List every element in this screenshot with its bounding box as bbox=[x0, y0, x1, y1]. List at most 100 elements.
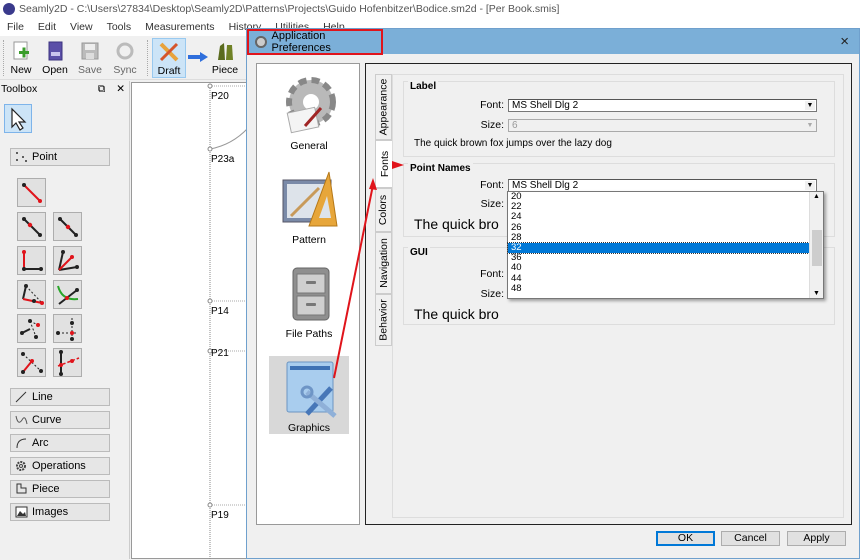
arc-group-button[interactable]: Arc bbox=[10, 434, 110, 452]
size-dropdown-list[interactable]: 20 22 24 26 28 32 36 40 44 48 ▲ ▼ bbox=[507, 191, 824, 299]
size-option[interactable]: 36 bbox=[508, 253, 823, 263]
fonts-tab-content: Label Font: MS Shell Dlg 2 ▼ Size: 6 ▼ T… bbox=[392, 74, 844, 518]
triangle-tool[interactable] bbox=[17, 280, 46, 309]
category-file-paths[interactable]: File Paths bbox=[269, 262, 349, 340]
image-icon bbox=[15, 506, 28, 518]
intersect-axis-tool[interactable] bbox=[53, 314, 82, 343]
point-label-p19[interactable]: P19 bbox=[211, 510, 229, 521]
open-button[interactable]: Open bbox=[38, 38, 72, 78]
shoulder-point-tool[interactable] bbox=[17, 246, 46, 275]
along-line-tool[interactable] bbox=[17, 212, 46, 241]
arc-group-label: Arc bbox=[32, 437, 49, 449]
piece-group-button[interactable]: Piece bbox=[10, 480, 110, 498]
open-label: Open bbox=[42, 64, 68, 76]
curve-icon bbox=[15, 414, 28, 426]
tab-navigation[interactable]: Navigation bbox=[375, 232, 392, 294]
gui-group-title: GUI bbox=[408, 247, 430, 258]
sync-label: Sync bbox=[113, 64, 137, 76]
sync-button[interactable]: Sync bbox=[108, 38, 142, 78]
height-tool[interactable] bbox=[17, 314, 46, 343]
scroll-up-icon[interactable]: ▲ bbox=[813, 193, 820, 200]
apply-button[interactable]: Apply bbox=[787, 531, 846, 546]
point-label-p20[interactable]: P20 bbox=[211, 91, 229, 102]
scroll-down-icon[interactable]: ▼ bbox=[813, 290, 820, 297]
tab-behavior[interactable]: Behavior bbox=[375, 294, 392, 346]
menu-view[interactable]: View bbox=[63, 21, 100, 33]
size-option[interactable]: 22 bbox=[508, 202, 823, 212]
label-font-select[interactable]: MS Shell Dlg 2 ▼ bbox=[508, 99, 817, 112]
size-option[interactable]: 26 bbox=[508, 222, 823, 233]
window-title: Seamly2D - C:\Users\27834\Desktop\Seamly… bbox=[19, 3, 560, 15]
menu-edit[interactable]: Edit bbox=[31, 21, 63, 33]
point-icon bbox=[15, 151, 28, 163]
dialog-title-bar[interactable]: Application Preferences × bbox=[247, 29, 859, 55]
menu-tools[interactable]: Tools bbox=[100, 21, 139, 33]
dialog-title: Application Preferences bbox=[271, 30, 331, 54]
curve-intersect-tool[interactable] bbox=[53, 280, 82, 309]
curve-group-button[interactable]: Curve bbox=[10, 411, 110, 429]
drawing-canvas[interactable]: P20 P23a P14 P21 P19 bbox=[131, 82, 250, 560]
save-icon bbox=[79, 40, 101, 62]
toolbar-grip[interactable] bbox=[147, 40, 150, 76]
line-icon bbox=[15, 391, 28, 403]
settings-panel: Appearance Fonts Colors Navigation Behav… bbox=[365, 63, 852, 525]
size-option[interactable]: 44 bbox=[508, 273, 823, 284]
close-icon[interactable]: ✕ bbox=[116, 83, 125, 95]
category-pattern-label: Pattern bbox=[292, 234, 326, 246]
point-group-button[interactable]: Point bbox=[10, 148, 110, 166]
ok-button[interactable]: OK bbox=[656, 531, 715, 546]
operations-group-label: Operations bbox=[32, 460, 86, 472]
pattern-ruler-icon bbox=[279, 168, 339, 230]
operations-group-button[interactable]: Operations bbox=[10, 457, 110, 475]
size-option[interactable]: 48 bbox=[508, 283, 823, 294]
label-font-group: Label Font: MS Shell Dlg 2 ▼ Size: 6 ▼ T… bbox=[403, 81, 835, 157]
images-group-button[interactable]: Images bbox=[10, 503, 110, 521]
menu-file[interactable]: File bbox=[0, 21, 31, 33]
category-general[interactable]: General bbox=[269, 74, 349, 152]
point-label-p23a[interactable]: P23a bbox=[211, 154, 234, 165]
label-size-select[interactable]: 6 ▼ bbox=[508, 119, 817, 132]
gui-font-sample: The quick bro bbox=[414, 306, 499, 322]
tab-appearance[interactable]: Appearance bbox=[375, 74, 392, 140]
cancel-button[interactable]: Cancel bbox=[721, 531, 780, 546]
bisector-tool[interactable] bbox=[53, 246, 82, 275]
size-option[interactable]: 40 bbox=[508, 263, 823, 273]
settings-gear-icon bbox=[255, 36, 267, 48]
label-group-title: Label bbox=[408, 81, 439, 92]
dialog-close-button[interactable]: × bbox=[840, 33, 849, 50]
size-option[interactable]: 20 bbox=[508, 191, 823, 202]
line-intersect-tool[interactable] bbox=[53, 348, 82, 377]
point-names-font-label: Font: bbox=[480, 179, 504, 191]
line-group-label: Line bbox=[32, 391, 53, 403]
label-font-label: Font: bbox=[480, 99, 504, 111]
preferences-dialog: Application Preferences × General Patter… bbox=[246, 28, 860, 559]
draft-mode-button[interactable]: Draft bbox=[152, 38, 186, 78]
category-pattern[interactable]: Pattern bbox=[269, 168, 349, 246]
app-logo-icon bbox=[3, 3, 15, 15]
point-label-p14[interactable]: P14 bbox=[211, 306, 229, 317]
point-names-group-title: Point Names bbox=[408, 163, 473, 174]
midpoint-tool[interactable] bbox=[53, 212, 82, 241]
chevron-down-icon: ▼ bbox=[805, 181, 815, 190]
size-option-selected[interactable]: 32 bbox=[507, 241, 810, 255]
scrollbar-thumb[interactable] bbox=[812, 230, 822, 266]
tab-colors[interactable]: Colors bbox=[375, 188, 392, 232]
menu-measurements[interactable]: Measurements bbox=[138, 21, 221, 33]
point-label-p21[interactable]: P21 bbox=[211, 348, 229, 359]
piece-outline-icon bbox=[15, 483, 28, 495]
dropdown-scrollbar[interactable]: ▲ ▼ bbox=[809, 192, 823, 298]
size-option[interactable]: 24 bbox=[508, 212, 823, 222]
operations-gear-icon bbox=[15, 460, 28, 472]
new-button[interactable]: New bbox=[4, 38, 38, 78]
piece-mode-button[interactable]: Piece bbox=[207, 38, 243, 78]
normal-tool[interactable] bbox=[17, 348, 46, 377]
float-icon[interactable]: ⧉ bbox=[98, 83, 106, 95]
file-cabinet-icon bbox=[279, 262, 339, 324]
pointer-tool-button[interactable] bbox=[4, 104, 32, 133]
line-group-button[interactable]: Line bbox=[10, 388, 110, 406]
size-option[interactable]: 28 bbox=[508, 232, 823, 243]
line-point-tool[interactable] bbox=[17, 178, 46, 207]
gui-size-label: Size: bbox=[480, 288, 504, 300]
category-graphics[interactable]: Graphics bbox=[269, 356, 349, 434]
save-button[interactable]: Save bbox=[73, 38, 107, 78]
